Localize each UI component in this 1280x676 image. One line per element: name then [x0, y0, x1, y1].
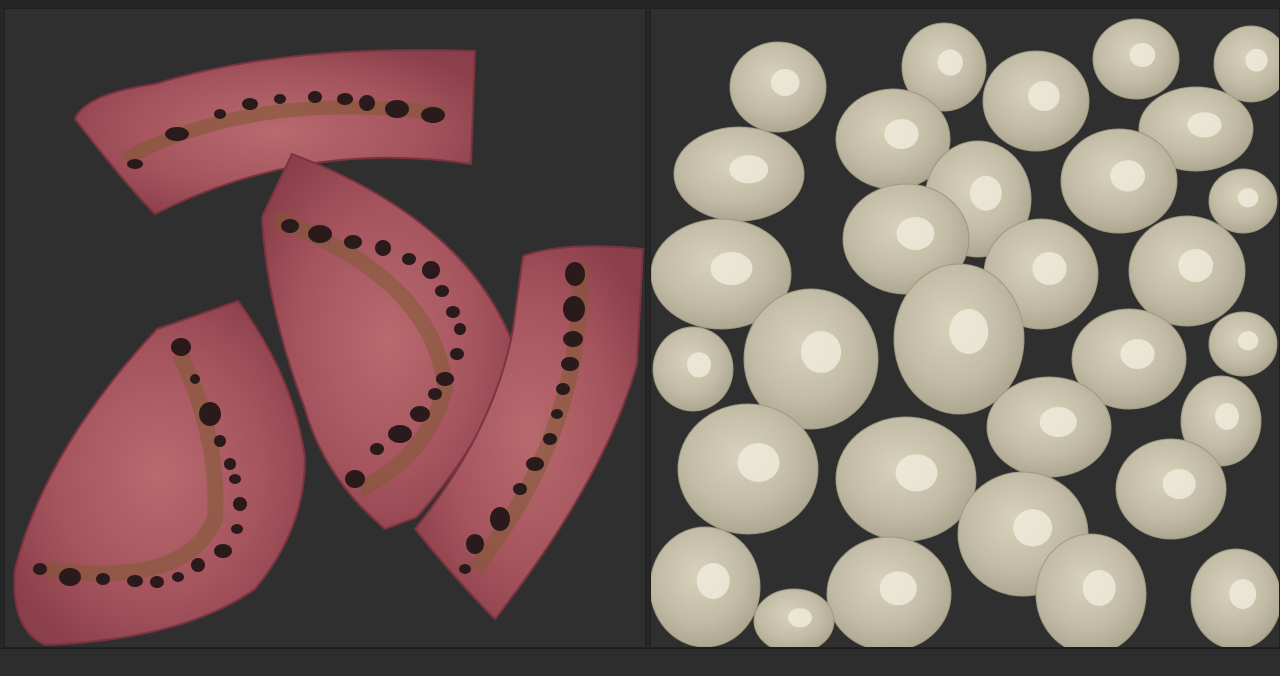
seed-highlight [687, 352, 711, 378]
seed-highlight [788, 608, 812, 628]
seed-highlight [1082, 570, 1116, 606]
seed-highlight [710, 252, 753, 285]
seed-highlight [1237, 331, 1259, 351]
seed-highlight [696, 563, 730, 599]
status-strip [0, 648, 1280, 676]
seed-highlight [1129, 43, 1156, 67]
seed-highlight [937, 49, 963, 76]
seed-highlight [1215, 403, 1239, 430]
seed-highlight [896, 217, 935, 250]
seed-highlight [1245, 48, 1268, 72]
seed-highlight [770, 69, 800, 96]
seed-texture-canvas [651, 18, 1279, 647]
texture-panel-right[interactable] [650, 8, 1280, 648]
seed-highlight [1187, 112, 1222, 138]
seed-highlight [895, 454, 938, 492]
uv-island-left-wedge [13, 299, 307, 647]
seed-highlight [1039, 407, 1077, 437]
seed-highlight [800, 331, 842, 373]
flesh-texture-canvas [13, 48, 645, 647]
seed-highlight [1178, 249, 1214, 282]
seed-highlight [729, 155, 769, 184]
seed-highlight [879, 571, 917, 606]
seed-highlight [737, 443, 780, 482]
seed-highlight [1229, 579, 1257, 609]
seed-highlight [1032, 252, 1067, 285]
seed-highlight [970, 175, 1002, 211]
seed-highlight [1110, 160, 1146, 192]
seed-highlight [1013, 509, 1053, 547]
seed-highlight [1237, 188, 1259, 208]
seed-highlight [1028, 81, 1060, 111]
seed-highlight [884, 119, 919, 149]
seed-highlight [1120, 339, 1155, 369]
texture-viewport[interactable] [0, 0, 1280, 676]
texture-panel-left[interactable] [4, 8, 646, 648]
seed-highlight [949, 309, 989, 354]
seed-islands [651, 18, 1279, 647]
seed-highlight [1162, 469, 1196, 499]
